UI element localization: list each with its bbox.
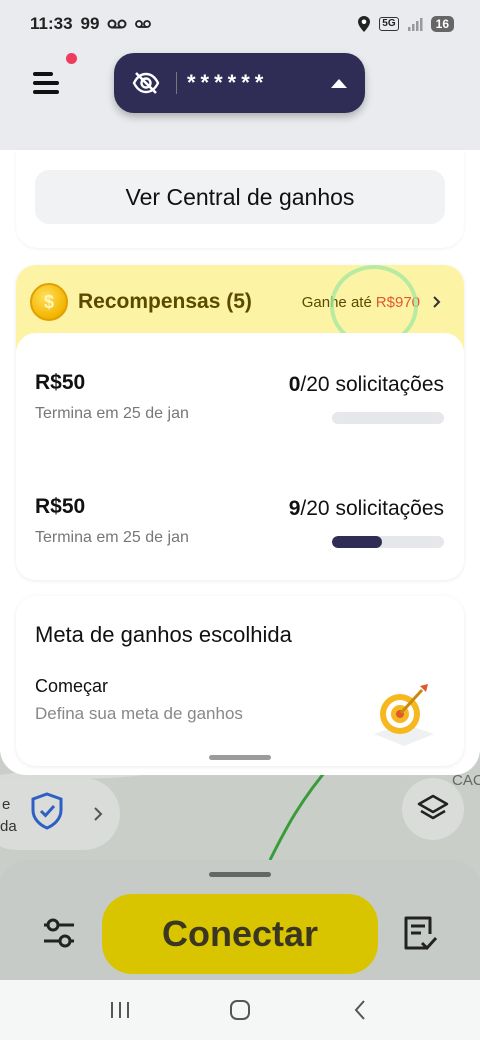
- reward-total-label: /20 solicitações: [300, 497, 444, 520]
- reward-progress-text: 0/20 solicitações: [289, 373, 444, 397]
- map-layers-button[interactable]: [402, 778, 464, 840]
- reward-progress-text: 9/20 solicitações: [289, 497, 444, 521]
- shield-icon: [31, 792, 63, 830]
- voicemail-icon-2: [135, 20, 152, 28]
- reward-progress-bar: [332, 412, 444, 424]
- rewards-list: R$50 Termina em 25 de jan 0/20 solicitaç…: [16, 333, 464, 580]
- target-icon: [374, 684, 434, 746]
- status-right: 5G 16: [357, 15, 454, 33]
- masked-earnings: ******: [187, 70, 269, 95]
- back-button[interactable]: [340, 990, 380, 1030]
- battery-indicator: 16: [430, 16, 454, 32]
- earnings-toggle-pill[interactable]: ******: [114, 53, 365, 113]
- menu-button[interactable]: [30, 66, 64, 100]
- goal-subtitle: Defina sua meta de ganhos: [35, 704, 243, 723]
- system-nav-bar: [0, 980, 480, 1040]
- reward-progress-bar: [332, 536, 444, 548]
- central-card: Ver Central de ganhos: [16, 150, 464, 248]
- status-left: 11:33 99: [30, 14, 152, 34]
- earnings-sheet: Ver Central de ganhos $ Recompensas (5) …: [0, 150, 480, 775]
- reward-progress-fill: [332, 536, 383, 548]
- notification-count: 99: [80, 14, 100, 33]
- goal-start-link[interactable]: Começar: [35, 676, 108, 697]
- bottom-panel: Conectar: [0, 860, 480, 980]
- caret-up-icon[interactable]: [331, 78, 347, 88]
- reward-amount: R$50: [35, 495, 86, 518]
- reward-done-count: 0: [288, 373, 301, 396]
- sheet-drag-handle[interactable]: [209, 755, 271, 760]
- recent-apps-icon: [111, 1002, 129, 1018]
- chevron-right-icon: [433, 296, 441, 308]
- signal-icon: [407, 18, 423, 31]
- status-bar: 11:33 99 5G 16: [0, 0, 480, 48]
- rewards-title: Recompensas (5): [78, 290, 252, 313]
- reward-item[interactable]: R$50 Termina em 25 de jan 9/20 solicitaç…: [16, 495, 464, 565]
- reward-deadline: Termina em 25 de jan: [35, 529, 189, 546]
- reward-deadline: Termina em 25 de jan: [35, 405, 189, 422]
- shield-text-2: da: [0, 818, 17, 835]
- reward-total-label: /20 solicitações: [300, 373, 444, 396]
- menu-bar-3: [33, 90, 59, 94]
- status-time: 11:33: [30, 14, 73, 33]
- notification-dot: [66, 53, 77, 64]
- chevron-right-icon: [94, 807, 103, 821]
- goal-title: Meta de ganhos escolhida: [35, 622, 292, 647]
- shield-text-1: e: [2, 796, 11, 813]
- menu-bar-2: [33, 81, 59, 85]
- layers-icon: [417, 794, 449, 820]
- back-icon: [354, 1000, 365, 1020]
- location-icon: [358, 16, 371, 32]
- pill-divider: [176, 72, 177, 94]
- network-badge: 5G: [379, 17, 399, 31]
- connect-button[interactable]: Conectar: [102, 894, 378, 974]
- earnings-goal-card[interactable]: Meta de ganhos escolhida Começar Defina …: [16, 596, 464, 766]
- eye-hidden-icon[interactable]: [132, 69, 160, 97]
- voicemail-icon: [107, 19, 127, 29]
- menu-bar-1: [33, 72, 53, 76]
- bottom-drag-handle[interactable]: [209, 872, 271, 877]
- reward-item[interactable]: R$50 Termina em 25 de jan 0/20 solicitaç…: [16, 371, 464, 441]
- rewards-card: $ Recompensas (5) Ganhe até R$970 R$50 T…: [16, 265, 464, 580]
- preferences-icon[interactable]: [38, 912, 80, 954]
- coin-icon: $: [30, 283, 68, 321]
- recent-apps-button[interactable]: [100, 990, 140, 1030]
- earnings-hub-button[interactable]: Ver Central de ganhos: [35, 170, 445, 224]
- reward-done-count: 9: [288, 497, 301, 520]
- safety-toolkit-button[interactable]: e da: [0, 778, 120, 850]
- reward-amount: R$50: [35, 371, 86, 394]
- home-icon: [230, 1000, 250, 1020]
- home-button[interactable]: [220, 990, 260, 1030]
- checklist-icon[interactable]: [398, 912, 440, 954]
